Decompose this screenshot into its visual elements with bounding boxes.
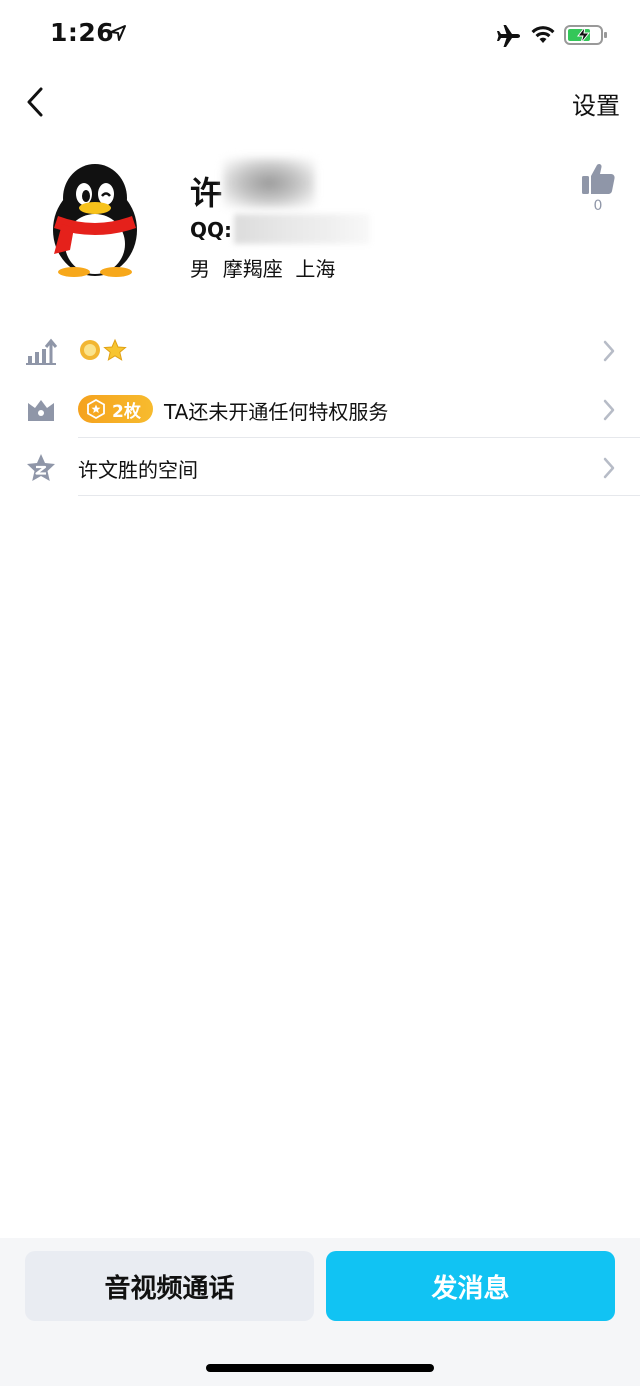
crown-icon [28, 400, 54, 421]
medal-count-label: 2枚 [112, 401, 141, 422]
airplane-icon [497, 25, 520, 47]
content-area [0, 496, 640, 1238]
medal-icon [87, 399, 105, 419]
home-indicator[interactable] [206, 1364, 434, 1372]
profile-name: 许 [190, 174, 223, 212]
qzone-label: 许文胜的空间 [78, 458, 198, 482]
level-badges [80, 338, 127, 361]
level-bars-icon [26, 338, 58, 365]
chevron-left-icon [27, 87, 43, 117]
wifi-icon [531, 26, 555, 43]
status-bar: 1:26 [0, 0, 640, 70]
qq-label: QQ: [190, 218, 233, 242]
like-count: 0 [593, 198, 603, 214]
settings-button[interactable]: 设置 [572, 86, 620, 121]
level-row[interactable] [0, 321, 640, 379]
back-button[interactable] [18, 82, 52, 122]
status-time: 1:26 [50, 18, 115, 47]
name-redaction [223, 158, 315, 208]
sun-icon [80, 340, 100, 360]
like-button[interactable]: 0 [578, 162, 618, 218]
qq-number-redaction [234, 214, 370, 244]
thumbs-up-icon [582, 163, 615, 194]
qzone-row[interactable]: 许文胜的空间 [0, 438, 640, 496]
qzone-star-icon [27, 454, 55, 481]
vip-status-text: TA还未开通任何特权服务 [164, 400, 389, 424]
chevron-right-icon [603, 399, 615, 421]
profile-meta: 男 摩羯座 上海 [190, 257, 336, 281]
battery-charging-icon [564, 25, 607, 45]
bottom-action-bar: 音视频通话 发消息 [0, 1238, 640, 1386]
medal-count-badge[interactable]: 2枚 [78, 395, 153, 423]
vip-row[interactable]: 2枚 TA还未开通任何特权服务 [0, 380, 640, 438]
video-call-button[interactable]: 音视频通话 [25, 1251, 314, 1321]
location-arrow-icon [110, 25, 126, 41]
qq-penguin-avatar[interactable] [40, 158, 150, 280]
chevron-right-icon [603, 457, 615, 479]
chevron-right-icon [603, 340, 615, 362]
star-icon [103, 338, 127, 361]
send-message-button[interactable]: 发消息 [326, 1251, 615, 1321]
